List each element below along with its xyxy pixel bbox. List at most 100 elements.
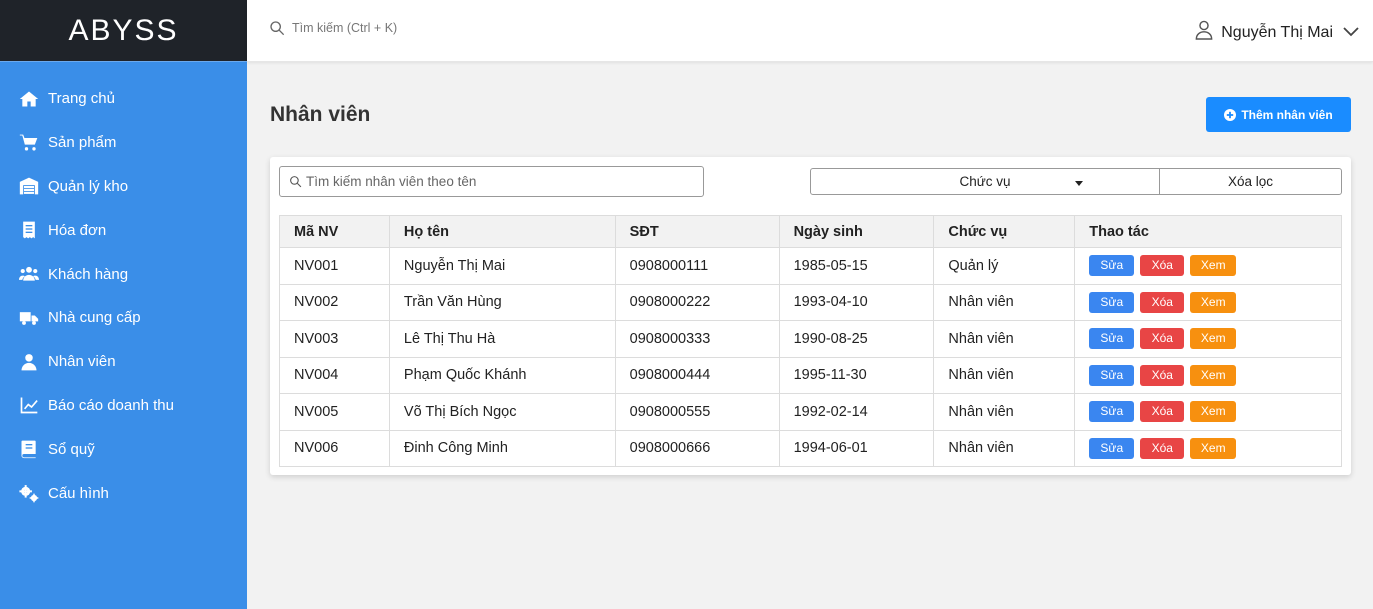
user-menu[interactable]: Nguyễn Thị Mai: [1195, 20, 1359, 45]
sidebar-item-label: Nhà cung cấp: [48, 309, 141, 327]
cell-actions: Sửa Xóa Xem: [1074, 356, 1342, 394]
view-button[interactable]: Xem: [1190, 328, 1237, 350]
cell-phone: 0908000444: [614, 356, 780, 394]
cell-role: Nhân viên: [933, 429, 1076, 467]
sidebar-item-label: Sản phẩm: [48, 134, 117, 152]
edit-button[interactable]: Sửa: [1089, 364, 1135, 386]
sidebar-item-label: Cấu hình: [48, 484, 109, 502]
sidebar: ABYSS Trang chủ Sản phẩm Quản lý kho Hóa…: [0, 0, 247, 609]
users-icon: [18, 264, 40, 284]
cell-employee-id: NV004: [279, 356, 390, 394]
view-button[interactable]: Xem: [1190, 291, 1237, 313]
delete-button[interactable]: Xóa: [1140, 364, 1185, 386]
sidebar-item-products[interactable]: Sản phẩm: [0, 121, 247, 165]
role-filter-select[interactable]: Chức vụ: [810, 168, 1160, 195]
sidebar-item-revenue-report[interactable]: Báo cáo doanh thu: [0, 384, 247, 428]
book-icon: [18, 439, 40, 459]
invoice-icon: [18, 220, 40, 240]
edit-button[interactable]: Sửa: [1089, 291, 1135, 313]
logo-text: ABYSS: [68, 13, 179, 47]
table-row: NV001 Nguyễn Thị Mai 0908000111 1985-05-…: [279, 247, 1342, 285]
sidebar-item-home[interactable]: Trang chủ: [0, 77, 247, 121]
cell-employee-id: NV006: [279, 429, 390, 467]
cell-birth-date: 1995-11-30: [778, 356, 935, 394]
global-search-input[interactable]: [292, 21, 592, 35]
cell-full-name: Nguyễn Thị Mai: [388, 247, 616, 285]
user-avatar-icon: [1195, 20, 1213, 45]
delete-button[interactable]: Xóa: [1140, 437, 1185, 459]
sidebar-item-suppliers[interactable]: Nhà cung cấp: [0, 296, 247, 340]
cell-phone: 0908000333: [614, 320, 780, 358]
cell-full-name: Trần Văn Hùng: [388, 283, 616, 321]
truck-icon: [18, 308, 40, 328]
cell-full-name: Lê Thị Thu Hà: [388, 320, 616, 358]
table-row: NV006 Đinh Công Minh 0908000666 1994-06-…: [279, 429, 1342, 467]
cell-birth-date: 1992-02-14: [778, 393, 935, 431]
chart-line-icon: [18, 395, 40, 415]
cell-phone: 0908000555: [614, 393, 780, 431]
cell-birth-date: 1993-04-10: [778, 283, 935, 321]
delete-button[interactable]: Xóa: [1140, 255, 1185, 277]
cell-full-name: Đinh Công Minh: [388, 429, 616, 467]
delete-button[interactable]: Xóa: [1140, 328, 1185, 350]
cell-role: Nhân viên: [933, 283, 1076, 321]
page-title: Nhân viên: [270, 103, 371, 126]
view-button[interactable]: Xem: [1190, 437, 1237, 459]
table-row: NV004 Phạm Quốc Khánh 0908000444 1995-11…: [279, 356, 1342, 394]
edit-button[interactable]: Sửa: [1089, 437, 1135, 459]
gears-icon: [18, 483, 40, 503]
table-row: NV002 Trần Văn Hùng 0908000222 1993-04-1…: [279, 283, 1342, 321]
cell-actions: Sửa Xóa Xem: [1074, 429, 1342, 467]
cart-icon: [18, 133, 40, 153]
employee-search: [279, 166, 704, 197]
sidebar-item-settings[interactable]: Cấu hình: [0, 471, 247, 515]
cell-actions: Sửa Xóa Xem: [1074, 393, 1342, 431]
plus-circle-icon: [1224, 108, 1237, 121]
cell-birth-date: 1994-06-01: [778, 429, 935, 467]
view-button[interactable]: Xem: [1190, 401, 1237, 423]
employee-table: Mã NV Họ tên SĐT Ngày sinh Chức vụ Thao …: [279, 215, 1342, 467]
add-employee-label: Thêm nhân viên: [1241, 107, 1333, 122]
column-header[interactable]: Ngày sinh: [778, 215, 935, 248]
edit-button[interactable]: Sửa: [1089, 401, 1135, 423]
column-header[interactable]: Mã NV: [279, 215, 390, 248]
cell-phone: 0908000666: [614, 429, 780, 467]
cell-phone: 0908000222: [614, 283, 780, 321]
edit-button[interactable]: Sửa: [1089, 255, 1135, 277]
employee-search-input[interactable]: [306, 174, 686, 189]
cell-actions: Sửa Xóa Xem: [1074, 283, 1342, 321]
add-employee-button[interactable]: Thêm nhân viên: [1206, 97, 1351, 132]
chevron-down-icon: [1343, 24, 1359, 42]
table-row: NV003 Lê Thị Thu Hà 0908000333 1990-08-2…: [279, 320, 1342, 358]
cell-full-name: Võ Thị Bích Ngọc: [388, 393, 616, 431]
view-button[interactable]: Xem: [1190, 364, 1237, 386]
clear-filter-button[interactable]: Xóa lọc: [1159, 168, 1342, 195]
column-header[interactable]: Chức vụ: [933, 215, 1076, 248]
column-header: Thao tác: [1074, 215, 1342, 248]
sidebar-item-label: Báo cáo doanh thu: [48, 396, 174, 414]
warehouse-icon: [18, 176, 40, 196]
cell-actions: Sửa Xóa Xem: [1074, 247, 1342, 285]
sidebar-item-label: Sổ quỹ: [48, 440, 95, 458]
edit-button[interactable]: Sửa: [1089, 328, 1135, 350]
column-header[interactable]: SĐT: [614, 215, 780, 248]
employee-card: Chức vụ Xóa lọc Mã NV Họ tên SĐT Ngày si…: [270, 157, 1351, 475]
table-row: NV005 Võ Thị Bích Ngọc 0908000555 1992-0…: [279, 393, 1342, 431]
sidebar-item-cashbook[interactable]: Sổ quỹ: [0, 427, 247, 471]
search-icon: [270, 21, 285, 36]
sidebar-nav: Trang chủ Sản phẩm Quản lý kho Hóa đơn K…: [0, 62, 247, 515]
cell-role: Nhân viên: [933, 320, 1076, 358]
sidebar-item-invoices[interactable]: Hóa đơn: [0, 208, 247, 252]
cell-role: Nhân viên: [933, 393, 1076, 431]
brand-logo[interactable]: ABYSS: [0, 0, 247, 62]
cell-actions: Sửa Xóa Xem: [1074, 320, 1342, 358]
sidebar-item-employees[interactable]: Nhân viên: [0, 340, 247, 384]
delete-button[interactable]: Xóa: [1140, 291, 1185, 313]
column-header[interactable]: Họ tên: [388, 215, 616, 248]
delete-button[interactable]: Xóa: [1140, 401, 1185, 423]
cell-role: Nhân viên: [933, 356, 1076, 394]
role-filter-value: Chức vụ: [959, 174, 1011, 189]
view-button[interactable]: Xem: [1190, 255, 1237, 277]
sidebar-item-warehouse[interactable]: Quản lý kho: [0, 165, 247, 209]
sidebar-item-customers[interactable]: Khách hàng: [0, 252, 247, 296]
